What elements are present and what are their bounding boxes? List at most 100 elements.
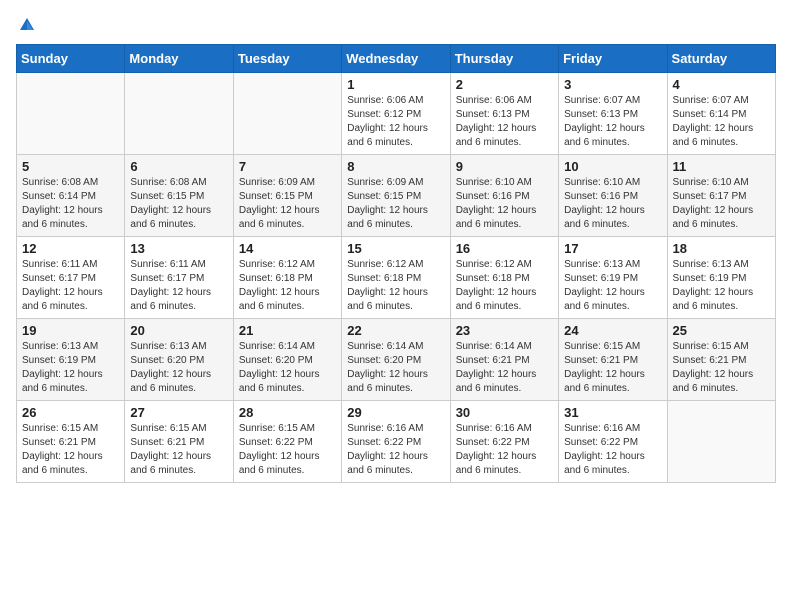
calendar-cell: 30 Sunrise: 6:16 AM Sunset: 6:22 PM Dayli… bbox=[450, 401, 558, 483]
day-info: Sunrise: 6:07 AM Sunset: 6:14 PM Dayligh… bbox=[673, 94, 770, 150]
day-info: Sunrise: 6:09 AM Sunset: 6:15 PM Dayligh… bbox=[239, 176, 336, 232]
day-info: Sunrise: 6:15 AM Sunset: 6:21 PM Dayligh… bbox=[564, 340, 661, 396]
day-number: 10 bbox=[564, 159, 661, 174]
calendar-cell: 16 Sunrise: 6:12 AM Sunset: 6:18 PM Dayli… bbox=[450, 237, 558, 319]
calendar-cell: 14 Sunrise: 6:12 AM Sunset: 6:18 PM Dayli… bbox=[233, 237, 341, 319]
day-info: Sunrise: 6:06 AM Sunset: 6:12 PM Dayligh… bbox=[347, 94, 444, 150]
page-header bbox=[16, 16, 776, 34]
day-info: Sunrise: 6:15 AM Sunset: 6:21 PM Dayligh… bbox=[673, 340, 770, 396]
calendar-cell: 1 Sunrise: 6:06 AM Sunset: 6:12 PM Daylig… bbox=[342, 73, 450, 155]
day-number: 13 bbox=[130, 241, 227, 256]
col-header-saturday: Saturday bbox=[667, 45, 775, 73]
calendar-cell: 24 Sunrise: 6:15 AM Sunset: 6:21 PM Dayli… bbox=[559, 319, 667, 401]
calendar-cell: 15Sunrise: 6:12 AM Sunset: 6:18 PM Dayli… bbox=[342, 237, 450, 319]
day-info: Sunrise: 6:08 AM Sunset: 6:14 PM Dayligh… bbox=[22, 176, 119, 232]
day-number: 31 bbox=[564, 405, 661, 420]
calendar-cell: 25 Sunrise: 6:15 AM Sunset: 6:21 PM Dayli… bbox=[667, 319, 775, 401]
day-info: Sunrise: 6:15 AM Sunset: 6:21 PM Dayligh… bbox=[130, 422, 227, 478]
calendar-cell: 4 Sunrise: 6:07 AM Sunset: 6:14 PM Daylig… bbox=[667, 73, 775, 155]
calendar-table: SundayMondayTuesdayWednesdayThursdayFrid… bbox=[16, 44, 776, 483]
day-number: 24 bbox=[564, 323, 661, 338]
day-number: 14 bbox=[239, 241, 336, 256]
calendar-week-2: 5 Sunrise: 6:08 AM Sunset: 6:14 PM Daylig… bbox=[17, 155, 776, 237]
col-header-wednesday: Wednesday bbox=[342, 45, 450, 73]
day-number: 17 bbox=[564, 241, 661, 256]
day-info: Sunrise: 6:13 AM Sunset: 6:19 PM Dayligh… bbox=[564, 258, 661, 314]
day-info: Sunrise: 6:12 AM Sunset: 6:18 PM Dayligh… bbox=[347, 258, 444, 314]
day-info: Sunrise: 6:10 AM Sunset: 6:16 PM Dayligh… bbox=[456, 176, 553, 232]
day-number: 1 bbox=[347, 77, 444, 92]
day-number: 19 bbox=[22, 323, 119, 338]
calendar-week-3: 12Sunrise: 6:11 AM Sunset: 6:17 PM Dayli… bbox=[17, 237, 776, 319]
day-number: 4 bbox=[673, 77, 770, 92]
day-number: 29 bbox=[347, 405, 444, 420]
calendar-cell: 21 Sunrise: 6:14 AM Sunset: 6:20 PM Dayli… bbox=[233, 319, 341, 401]
day-number: 2 bbox=[456, 77, 553, 92]
day-info: Sunrise: 6:14 AM Sunset: 6:20 PM Dayligh… bbox=[347, 340, 444, 396]
day-number: 20 bbox=[130, 323, 227, 338]
calendar-cell: 12Sunrise: 6:11 AM Sunset: 6:17 PM Dayli… bbox=[17, 237, 125, 319]
day-number: 3 bbox=[564, 77, 661, 92]
day-info: Sunrise: 6:09 AM Sunset: 6:15 PM Dayligh… bbox=[347, 176, 444, 232]
day-info: Sunrise: 6:16 AM Sunset: 6:22 PM Dayligh… bbox=[456, 422, 553, 478]
day-number: 11 bbox=[673, 159, 770, 174]
calendar-cell: 8 Sunrise: 6:09 AM Sunset: 6:15 PM Daylig… bbox=[342, 155, 450, 237]
day-number: 7 bbox=[239, 159, 336, 174]
day-number: 25 bbox=[673, 323, 770, 338]
calendar-cell: 13 Sunrise: 6:11 AM Sunset: 6:17 PM Dayli… bbox=[125, 237, 233, 319]
day-info: Sunrise: 6:16 AM Sunset: 6:22 PM Dayligh… bbox=[347, 422, 444, 478]
calendar-cell bbox=[125, 73, 233, 155]
day-number: 26 bbox=[22, 405, 119, 420]
day-info: Sunrise: 6:11 AM Sunset: 6:17 PM Dayligh… bbox=[22, 258, 119, 314]
calendar-cell bbox=[17, 73, 125, 155]
calendar-cell bbox=[667, 401, 775, 483]
day-number: 5 bbox=[22, 159, 119, 174]
calendar-week-1: 1 Sunrise: 6:06 AM Sunset: 6:12 PM Daylig… bbox=[17, 73, 776, 155]
calendar-cell: 10 Sunrise: 6:10 AM Sunset: 6:16 PM Dayli… bbox=[559, 155, 667, 237]
day-number: 21 bbox=[239, 323, 336, 338]
day-info: Sunrise: 6:12 AM Sunset: 6:18 PM Dayligh… bbox=[239, 258, 336, 314]
calendar-cell: 19 Sunrise: 6:13 AM Sunset: 6:19 PM Dayli… bbox=[17, 319, 125, 401]
calendar-week-4: 19 Sunrise: 6:13 AM Sunset: 6:19 PM Dayli… bbox=[17, 319, 776, 401]
calendar-cell: 18Sunrise: 6:13 AM Sunset: 6:19 PM Dayli… bbox=[667, 237, 775, 319]
day-number: 30 bbox=[456, 405, 553, 420]
calendar-cell: 11 Sunrise: 6:10 AM Sunset: 6:17 PM Dayli… bbox=[667, 155, 775, 237]
calendar-cell: 29 Sunrise: 6:16 AM Sunset: 6:22 PM Dayli… bbox=[342, 401, 450, 483]
day-number: 8 bbox=[347, 159, 444, 174]
calendar-cell: 7 Sunrise: 6:09 AM Sunset: 6:15 PM Daylig… bbox=[233, 155, 341, 237]
col-header-friday: Friday bbox=[559, 45, 667, 73]
calendar-cell bbox=[233, 73, 341, 155]
day-info: Sunrise: 6:15 AM Sunset: 6:22 PM Dayligh… bbox=[239, 422, 336, 478]
calendar-cell: 22 Sunrise: 6:14 AM Sunset: 6:20 PM Dayli… bbox=[342, 319, 450, 401]
day-number: 23 bbox=[456, 323, 553, 338]
calendar-cell: 3Sunrise: 6:07 AM Sunset: 6:13 PM Daylig… bbox=[559, 73, 667, 155]
day-info: Sunrise: 6:11 AM Sunset: 6:17 PM Dayligh… bbox=[130, 258, 227, 314]
col-header-monday: Monday bbox=[125, 45, 233, 73]
day-info: Sunrise: 6:14 AM Sunset: 6:21 PM Dayligh… bbox=[456, 340, 553, 396]
day-number: 9 bbox=[456, 159, 553, 174]
day-number: 22 bbox=[347, 323, 444, 338]
calendar-cell: 26Sunrise: 6:15 AM Sunset: 6:21 PM Dayli… bbox=[17, 401, 125, 483]
calendar-cell: 23 Sunrise: 6:14 AM Sunset: 6:21 PM Dayli… bbox=[450, 319, 558, 401]
day-info: Sunrise: 6:13 AM Sunset: 6:19 PM Dayligh… bbox=[22, 340, 119, 396]
day-info: Sunrise: 6:12 AM Sunset: 6:18 PM Dayligh… bbox=[456, 258, 553, 314]
day-number: 27 bbox=[130, 405, 227, 420]
calendar-cell: 27 Sunrise: 6:15 AM Sunset: 6:21 PM Dayli… bbox=[125, 401, 233, 483]
calendar-cell: 6Sunrise: 6:08 AM Sunset: 6:15 PM Daylig… bbox=[125, 155, 233, 237]
calendar-header: SundayMondayTuesdayWednesdayThursdayFrid… bbox=[17, 45, 776, 73]
calendar-cell: 31 Sunrise: 6:16 AM Sunset: 6:22 PM Dayli… bbox=[559, 401, 667, 483]
day-info: Sunrise: 6:10 AM Sunset: 6:17 PM Dayligh… bbox=[673, 176, 770, 232]
logo-icon bbox=[18, 16, 36, 34]
day-info: Sunrise: 6:10 AM Sunset: 6:16 PM Dayligh… bbox=[564, 176, 661, 232]
col-header-tuesday: Tuesday bbox=[233, 45, 341, 73]
calendar-cell: 20 Sunrise: 6:13 AM Sunset: 6:20 PM Dayli… bbox=[125, 319, 233, 401]
day-number: 18 bbox=[673, 241, 770, 256]
day-info: Sunrise: 6:13 AM Sunset: 6:20 PM Dayligh… bbox=[130, 340, 227, 396]
calendar-cell: 9 Sunrise: 6:10 AM Sunset: 6:16 PM Daylig… bbox=[450, 155, 558, 237]
day-number: 6 bbox=[130, 159, 227, 174]
day-number: 16 bbox=[456, 241, 553, 256]
day-info: Sunrise: 6:14 AM Sunset: 6:20 PM Dayligh… bbox=[239, 340, 336, 396]
calendar-cell: 2 Sunrise: 6:06 AM Sunset: 6:13 PM Daylig… bbox=[450, 73, 558, 155]
day-info: Sunrise: 6:06 AM Sunset: 6:13 PM Dayligh… bbox=[456, 94, 553, 150]
day-info: Sunrise: 6:16 AM Sunset: 6:22 PM Dayligh… bbox=[564, 422, 661, 478]
